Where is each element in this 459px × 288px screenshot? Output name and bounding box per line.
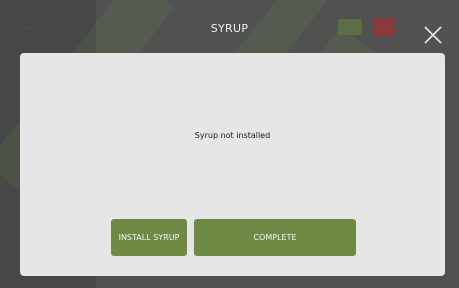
complete-button[interactable]: COMPLETE: [194, 219, 356, 256]
install-syrup-button[interactable]: INSTALL SYRUP: [111, 219, 187, 256]
app-screen: ········ SYRUP Syrup not installed INSTA…: [0, 0, 459, 288]
status-indicator-green: [338, 19, 362, 35]
complete-label: COMPLETE: [253, 233, 297, 242]
install-syrup-label: INSTALL SYRUP: [118, 233, 180, 242]
close-button[interactable]: [420, 22, 446, 48]
close-icon: [424, 26, 442, 44]
status-indicator-red: [373, 18, 395, 36]
dialog-message: Syrup not installed: [194, 131, 271, 140]
syrup-dialog: Syrup not installed INSTALL SYRUP COMPLE…: [20, 53, 445, 276]
